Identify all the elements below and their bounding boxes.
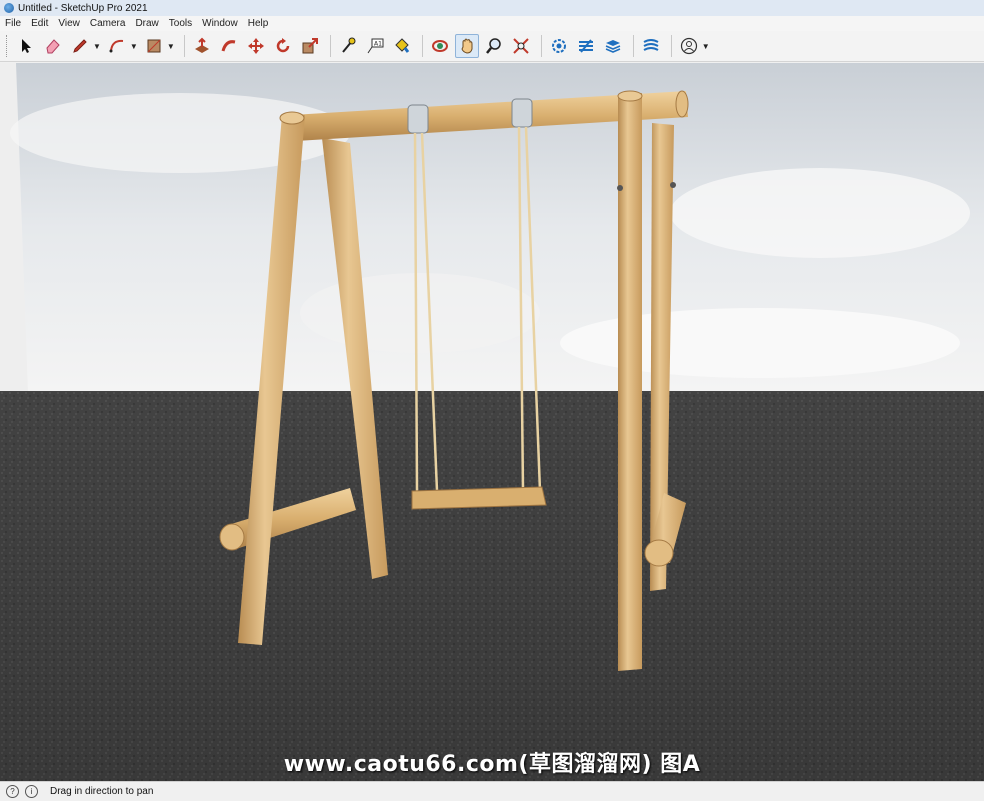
shape-dropdown-arrow[interactable]: ▼	[167, 42, 175, 51]
rotate-tool-button[interactable]	[271, 34, 295, 58]
beam-end	[675, 90, 689, 118]
status-bar: ? i Drag in direction to pan	[0, 781, 984, 801]
swing-leg-right-front	[618, 93, 642, 671]
pencil-tool-button[interactable]	[68, 34, 92, 58]
cloud	[670, 168, 970, 258]
leg-top-right	[617, 90, 643, 102]
text-icon: A1	[367, 38, 384, 54]
paint-bucket-tool-button[interactable]	[390, 34, 414, 58]
log-end-left	[219, 523, 245, 551]
menu-file[interactable]: File	[0, 16, 26, 31]
menu-view[interactable]: View	[53, 16, 85, 31]
scale-icon	[302, 38, 318, 54]
toolbar-separator	[670, 35, 672, 57]
pencil-line-icon	[73, 39, 87, 53]
ground-shade	[0, 391, 984, 781]
pencil-dropdown-arrow[interactable]: ▼	[93, 42, 101, 51]
select-icon	[22, 39, 31, 53]
toolbar-separator	[421, 35, 423, 57]
sketchup-app-icon	[4, 3, 14, 13]
leg-top-left	[279, 111, 305, 125]
push-pull-tool-button[interactable]	[190, 34, 214, 58]
move-icon	[247, 38, 264, 54]
window-title: Untitled - SketchUp Pro 2021	[18, 2, 148, 14]
pan-tool-button[interactable]	[454, 34, 479, 58]
warehouse-icon	[551, 39, 566, 53]
cloud	[300, 273, 540, 353]
menu-bar: File Edit View Camera Draw Tools Window …	[0, 16, 984, 31]
toolbar-separator	[540, 35, 542, 57]
large-tool-set-toolbar: ▼ ▼ ▼ A1 ▼	[0, 31, 984, 62]
layer-manager-button[interactable]	[601, 34, 625, 58]
menu-window[interactable]: Window	[197, 16, 243, 31]
account-dropdown-arrow[interactable]: ▼	[702, 42, 710, 51]
bolt	[670, 182, 676, 188]
zoom-extents-icon	[513, 38, 529, 54]
geolocation-icon[interactable]: ?	[6, 785, 19, 798]
scene-canvas[interactable]	[0, 63, 984, 781]
layers-icon	[605, 40, 621, 53]
toolbar-separator	[329, 35, 331, 57]
tape-measure-tool-button[interactable]	[336, 34, 360, 58]
arc-dropdown-arrow[interactable]: ▼	[130, 42, 138, 51]
account-icon	[680, 37, 697, 55]
toolbar-grip[interactable]	[6, 35, 10, 57]
toolbar-separator	[183, 35, 185, 57]
orbit-icon	[431, 40, 448, 52]
pan-icon	[461, 38, 473, 54]
zoom-extents-tool-button[interactable]	[509, 34, 533, 58]
text-tool-button[interactable]: A1	[363, 34, 387, 58]
sandbox-icon	[643, 39, 659, 51]
arc-icon	[109, 39, 124, 53]
menu-draw[interactable]: Draw	[130, 16, 163, 31]
toolbar-separator	[632, 35, 634, 57]
paint-bucket-icon	[395, 38, 409, 53]
follow-me-tool-button[interactable]	[217, 34, 241, 58]
bolt	[617, 185, 623, 191]
shape-tool-button[interactable]	[142, 34, 166, 58]
menu-tools[interactable]: Tools	[164, 16, 197, 31]
extension-warehouse-button[interactable]	[574, 34, 598, 58]
eraser-tool-button[interactable]	[41, 34, 65, 58]
rope-clamp-left	[407, 104, 429, 134]
shape-rectangle-icon	[147, 39, 161, 53]
arc-tool-button[interactable]	[105, 34, 129, 58]
scale-tool-button[interactable]	[298, 34, 322, 58]
tape-measure-icon	[341, 37, 356, 53]
title-bar: Untitled - SketchUp Pro 2021	[0, 0, 984, 17]
sandbox-button[interactable]	[639, 34, 663, 58]
model-viewport[interactable]: www.caotu66.com(草图溜溜网) 图A	[0, 63, 984, 781]
watermark-text: www.caotu66.com(草图溜溜网) 图A	[283, 752, 701, 777]
account-button[interactable]	[677, 34, 701, 58]
zoom-icon	[485, 38, 501, 54]
status-message: Drag in direction to pan	[50, 786, 154, 797]
swing-seat[interactable]	[411, 486, 547, 510]
select-tool-button[interactable]	[14, 34, 38, 58]
extension-warehouse-icon	[578, 39, 593, 53]
rotate-icon	[276, 38, 290, 53]
push-pull-icon	[194, 37, 209, 53]
log-end-right	[644, 539, 674, 567]
move-tool-button[interactable]	[244, 34, 268, 58]
menu-edit[interactable]: Edit	[26, 16, 53, 31]
zoom-tool-button[interactable]	[482, 34, 506, 58]
menu-camera[interactable]: Camera	[85, 16, 131, 31]
rope-clamp-right	[511, 98, 533, 128]
follow-me-icon	[221, 40, 236, 52]
orbit-tool-button[interactable]	[428, 34, 452, 58]
svg-text:A1: A1	[374, 41, 382, 48]
menu-help[interactable]: Help	[243, 16, 274, 31]
info-icon[interactable]: i	[25, 785, 38, 798]
3d-warehouse-button[interactable]	[547, 34, 571, 58]
eraser-icon	[46, 39, 60, 54]
